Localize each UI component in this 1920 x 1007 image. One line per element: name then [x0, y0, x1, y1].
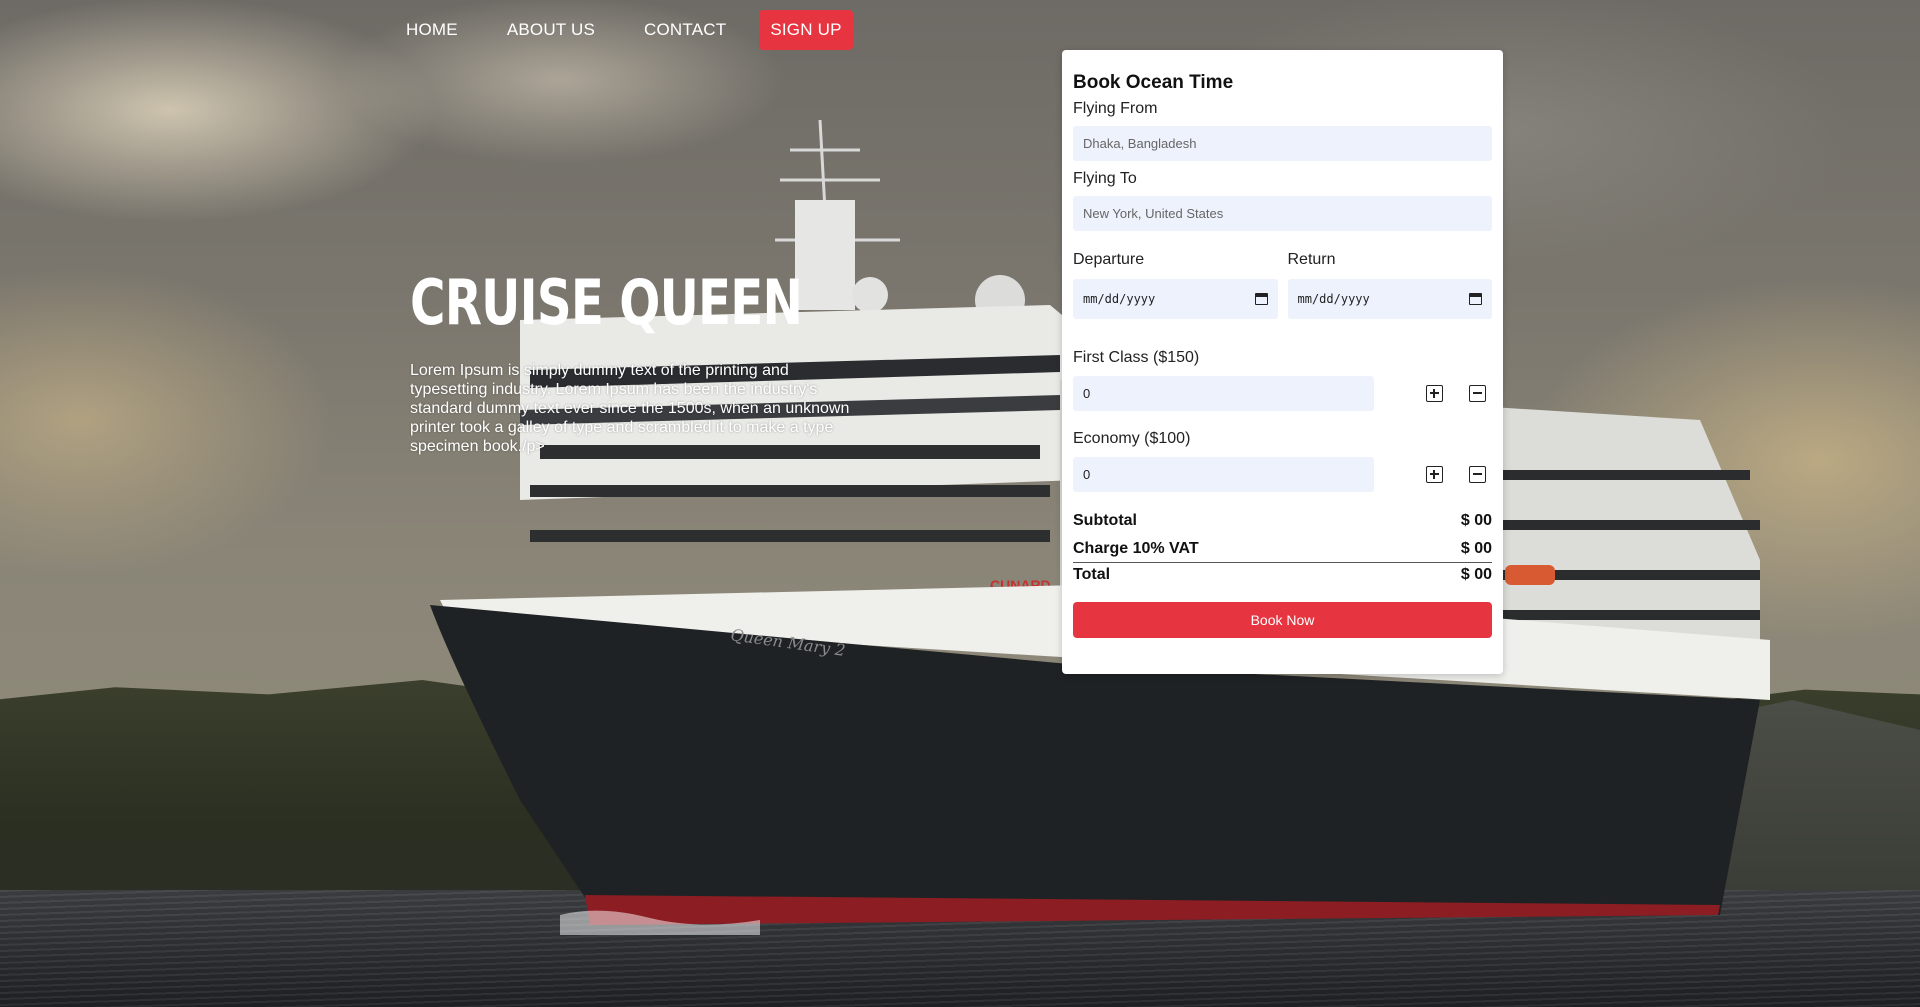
first-class-plus-icon[interactable]	[1426, 385, 1443, 402]
hero-description: Lorem Ipsum is simply dummy text of the …	[410, 362, 850, 455]
nav-home-link[interactable]: HOME	[390, 10, 474, 50]
flying-from-input[interactable]: Dhaka, Bangladesh	[1073, 126, 1492, 161]
vat-row: Charge 10% VAT $ 00	[1073, 540, 1492, 558]
return-label: Return	[1287, 251, 1336, 268]
economy-quantity-row: 0	[1073, 457, 1492, 492]
vat-label: Charge 10% VAT	[1073, 540, 1199, 557]
subtotal-label: Subtotal	[1073, 512, 1137, 529]
booking-title: Book Ocean Time	[1073, 72, 1234, 93]
departure-label: Departure	[1073, 251, 1145, 268]
economy-quantity-input[interactable]: 0	[1073, 457, 1374, 492]
return-group: Return mm/dd/yyyy	[1287, 251, 1492, 319]
subtotal-value: $ 00	[1460, 512, 1492, 529]
nav-about-link[interactable]: ABOUT US	[491, 10, 611, 50]
vat-value: $ 00	[1460, 540, 1492, 557]
return-date-text: mm/dd/yyyy	[1297, 292, 1370, 306]
calendar-icon[interactable]	[1469, 293, 1482, 305]
economy-plus-icon[interactable]	[1426, 466, 1443, 483]
departure-date-text: mm/dd/yyyy	[1083, 292, 1156, 306]
flying-to-label: Flying To	[1073, 170, 1137, 187]
nav-contact-link[interactable]: CONTACT	[628, 10, 742, 50]
total-row: Total $ 00	[1073, 566, 1492, 584]
calendar-icon[interactable]	[1254, 293, 1268, 305]
flying-from-label: Flying From	[1073, 100, 1158, 117]
first-class-label: First Class ($150)	[1073, 349, 1200, 366]
first-class-minus-icon[interactable]	[1469, 385, 1486, 402]
departure-group: Departure mm/dd/yyyy	[1073, 251, 1278, 319]
top-nav: HOME ABOUT US CONTACT SIGN UP	[390, 10, 870, 50]
hero-title: CRUISE QUEEN	[410, 266, 803, 339]
economy-minus-icon[interactable]	[1469, 466, 1486, 483]
first-class-quantity-input[interactable]: 0	[1073, 376, 1374, 411]
flying-to-input[interactable]: New York, United States	[1073, 196, 1492, 231]
return-date-input[interactable]: mm/dd/yyyy	[1287, 279, 1492, 319]
booking-card: Book Ocean Time Flying From Dhaka, Bangl…	[1062, 50, 1503, 674]
cruise-ship-illustration: CUNARD Queen Mary 2	[430, 119, 1770, 935]
signup-button[interactable]: SIGN UP	[759, 10, 853, 50]
subtotal-row: Subtotal $ 00	[1073, 512, 1492, 530]
book-now-button[interactable]: Book Now	[1073, 602, 1492, 638]
hero-background: CUNARD Queen Mary 2	[0, 0, 1920, 1007]
total-value: $ 00	[1460, 566, 1492, 583]
total-divider	[1073, 562, 1492, 563]
departure-date-input[interactable]: mm/dd/yyyy	[1073, 279, 1278, 319]
first-class-quantity-row: 0	[1073, 376, 1492, 411]
economy-label: Economy ($100)	[1073, 430, 1191, 447]
total-label: Total	[1073, 566, 1111, 583]
